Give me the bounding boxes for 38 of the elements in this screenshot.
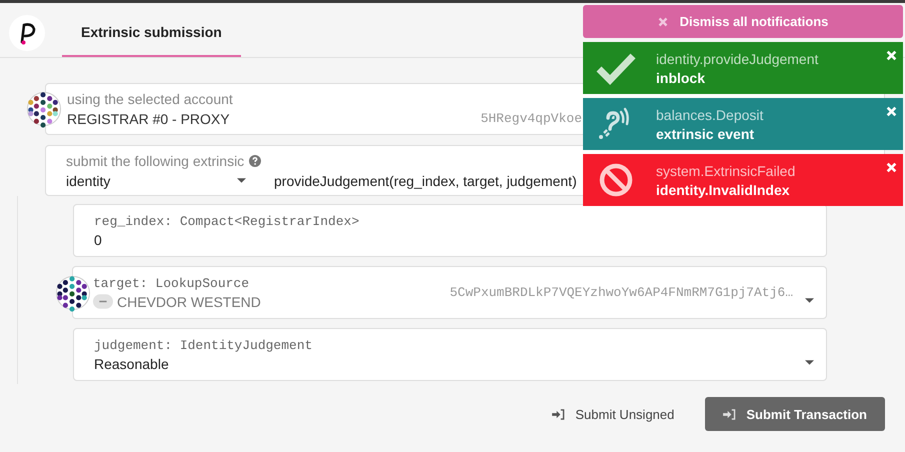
field-label: reg_index: Compact<RegistrarIndex> (94, 214, 360, 228)
logo-icon[interactable] (9, 15, 45, 51)
field-value: Reasonable (94, 356, 169, 372)
caret-icon (805, 360, 814, 365)
tab[interactable]: Extrinsic submission (62, 3, 241, 57)
notification-message: inblock (656, 70, 706, 86)
submit-button[interactable]: Submit Transaction (705, 397, 885, 431)
close-icon (658, 16, 668, 26)
field-label: submit the following extrinsic (66, 152, 244, 168)
notification-message: identity.InvalidIndex (656, 182, 791, 198)
sign-in-icon (552, 408, 566, 420)
param-dropdown[interactable]: judgement: IdentityJudgement Reasonable (73, 328, 827, 381)
close-icon[interactable] (886, 50, 897, 61)
field-label: target: LookupSource (93, 276, 250, 290)
caret-icon (805, 298, 814, 303)
close-icon[interactable] (886, 106, 897, 117)
help-icon[interactable] (249, 154, 262, 166)
notification-title: balances.Deposit (656, 106, 764, 122)
sign-in-icon (723, 408, 736, 420)
field-value: 0 (94, 232, 102, 248)
account-address: 5CwPxumBRDLkP7VQEYzhwoYw6AP4FNmRM7G1pj7Atj6… (450, 285, 793, 300)
param-dropdown[interactable]: target: LookupSource CHEVDOR WESTEND 5CwPxumBRDLkP7VQEYzhwoYw6AP4FNmRM7G1pj7Atj6… (72, 266, 827, 319)
close-icon[interactable] (886, 162, 897, 173)
module-value: identity (66, 172, 110, 188)
field-value: CHEVDOR WESTEND (117, 294, 261, 310)
field-label: judgement: IdentityJudgement (94, 338, 314, 352)
notification-title: identity.provideJudgement (656, 50, 818, 66)
module-dropdown[interactable]: identity (66, 172, 246, 188)
field-label: using the selected account (67, 91, 233, 107)
input-field[interactable]: reg_index: Compact<RegistrarIndex> 0 (73, 204, 827, 257)
account-address: 5HRegv4qpVkoe (480, 110, 582, 126)
account-name: REGISTRAR #0 - PROXY (67, 111, 231, 127)
method-dropdown[interactable]: provideJudgement(reg_index, target, judgement) (274, 172, 577, 188)
caret-icon (237, 178, 246, 183)
submit-button[interactable]: Submit Unsigned (546, 397, 680, 431)
checkmark-icon (596, 51, 636, 85)
minus-icon (93, 294, 113, 309)
notification-title: system.ExtrinsicFailed (656, 162, 796, 178)
